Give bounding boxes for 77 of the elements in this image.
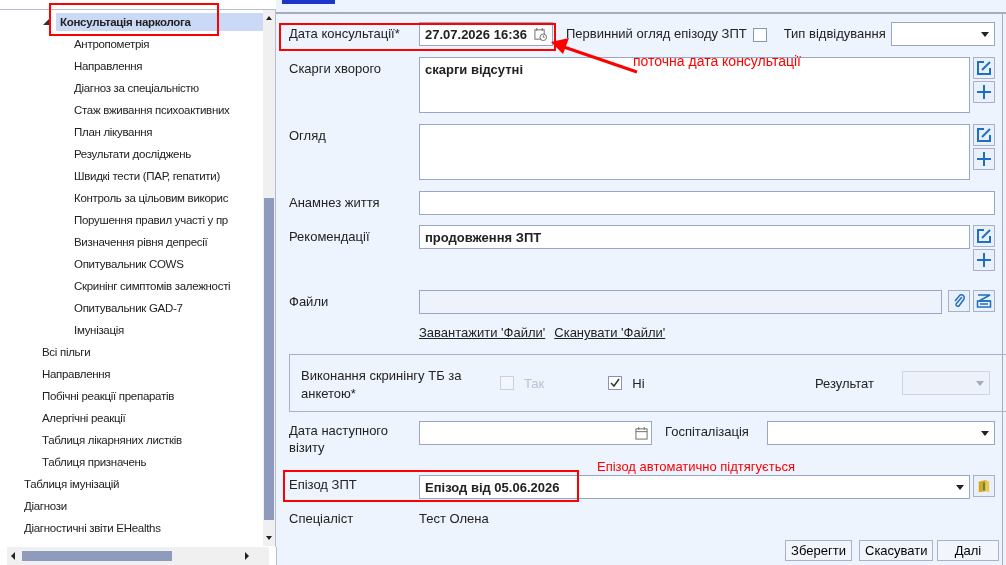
tree-item[interactable]: Направлення xyxy=(38,365,263,383)
text-area[interactable] xyxy=(419,124,970,180)
tree-item[interactable]: Діагностичні звіти EHealths xyxy=(20,519,263,537)
caret-icon xyxy=(956,484,964,490)
link[interactable]: Сканувати 'Файли' xyxy=(554,325,666,340)
field-label: Госпіталізація xyxy=(664,423,750,439)
text-field[interactable]: продовження ЗПТ xyxy=(419,225,970,249)
edit-button[interactable] xyxy=(973,124,995,146)
field-label: Скарги хворого xyxy=(289,60,383,76)
tree-item[interactable]: Таблиця лікарняних листків xyxy=(38,431,263,449)
tree-item[interactable]: Контроль за цільовим викорис xyxy=(70,189,263,207)
checkbox-label: Ні xyxy=(632,375,645,391)
field-label: Результат xyxy=(814,375,874,391)
tree-item[interactable]: Направлення xyxy=(70,57,263,75)
field-label: Спеціаліст xyxy=(289,511,355,526)
dropdown[interactable] xyxy=(767,421,995,445)
tree-item[interactable]: Скринінг симптомів залежності xyxy=(70,277,263,295)
field-label: Дата консультації* xyxy=(289,25,401,41)
specialist-name: Тест Олена xyxy=(419,511,489,526)
add-button[interactable] xyxy=(973,249,995,271)
tree-item[interactable]: Алергічні реакції xyxy=(38,409,263,427)
field-label: Тип відвідування xyxy=(783,25,886,41)
edit-button[interactable] xyxy=(973,57,995,79)
vertical-scrollbar[interactable] xyxy=(263,10,275,546)
dropdown[interactable]: Епізод від 05.06.2026 xyxy=(419,475,970,499)
tree-item[interactable]: Таблиця призначень xyxy=(38,453,263,471)
folder-button[interactable] xyxy=(973,475,995,497)
tree-item[interactable]: План лікування xyxy=(70,123,263,141)
tree-item[interactable]: Результати досліджень xyxy=(70,145,263,163)
add-button[interactable] xyxy=(973,148,995,170)
link[interactable]: Завантажити 'Файли' xyxy=(419,325,546,340)
caret-icon xyxy=(981,31,989,37)
field-label: Огляд xyxy=(289,127,327,143)
caret-icon xyxy=(981,430,989,436)
checkbox-label: Первинний огляд епізоду ЗПТ xyxy=(566,25,747,41)
field-label: Епізод ЗПТ xyxy=(289,476,358,492)
text-field[interactable] xyxy=(419,191,995,215)
dropdown[interactable] xyxy=(891,22,995,46)
tree-item[interactable]: Всі пільги xyxy=(38,343,263,361)
attach-button[interactable] xyxy=(948,290,970,312)
field-label: Рекомендації xyxy=(289,228,371,244)
tree-item[interactable]: Антропометрія xyxy=(70,35,263,53)
field-label: Дата наступного візиту xyxy=(289,422,390,456)
expander-icon[interactable] xyxy=(42,18,50,26)
tree-item[interactable]: Консультація нарколога xyxy=(56,13,263,31)
tree-item[interactable]: Таблиця імунізацій xyxy=(20,475,263,493)
caret-icon xyxy=(976,380,984,386)
checkbox[interactable] xyxy=(608,376,623,390)
field-label: Файли xyxy=(289,293,330,309)
tree-item[interactable]: Опитувальник COWS xyxy=(70,255,263,273)
file-field[interactable] xyxy=(419,290,942,314)
tree-item[interactable]: Діагнози xyxy=(20,497,263,515)
edit-button[interactable] xyxy=(973,225,995,247)
checkbox[interactable] xyxy=(752,28,767,42)
date-field[interactable]: 27.07.2026 16:36 xyxy=(419,22,553,46)
dialog-button[interactable]: Скасувати xyxy=(859,540,933,561)
folder-icon xyxy=(977,478,991,494)
scanner-button[interactable] xyxy=(973,290,995,312)
date-field[interactable] xyxy=(419,421,652,445)
paperclip-icon xyxy=(951,293,967,309)
tree-item[interactable]: Імунізація xyxy=(70,321,263,339)
tree-item[interactable]: Опитувальник GAD-7 xyxy=(70,299,263,317)
tree-item[interactable]: Діагноз за спеціальністю xyxy=(70,79,263,97)
add-button[interactable] xyxy=(973,81,995,103)
dialog-button[interactable]: Зберегти xyxy=(785,540,852,561)
scanner-icon xyxy=(976,293,992,309)
calendar-clock-icon[interactable] xyxy=(534,27,547,41)
field-label: Виконання скринінгу ТБ за анкетою* xyxy=(301,367,463,403)
dialog-button[interactable]: Далі xyxy=(937,540,999,561)
field-label: Анамнез життя xyxy=(289,194,381,210)
calendar-icon[interactable] xyxy=(635,426,648,440)
annotation-text: Епізод автоматично підтягується xyxy=(597,459,795,474)
tree-item[interactable]: Швидкі тести (ПАР, гепатити) xyxy=(70,167,263,185)
tree-item[interactable]: Порушення правил участі у пр xyxy=(70,211,263,229)
tree-item[interactable]: Визначення рівня депресії xyxy=(70,233,263,251)
tree-item[interactable]: Побічні реакції препаратів xyxy=(38,387,263,405)
tree-item[interactable]: Стаж вживання психоактивних xyxy=(70,101,263,119)
